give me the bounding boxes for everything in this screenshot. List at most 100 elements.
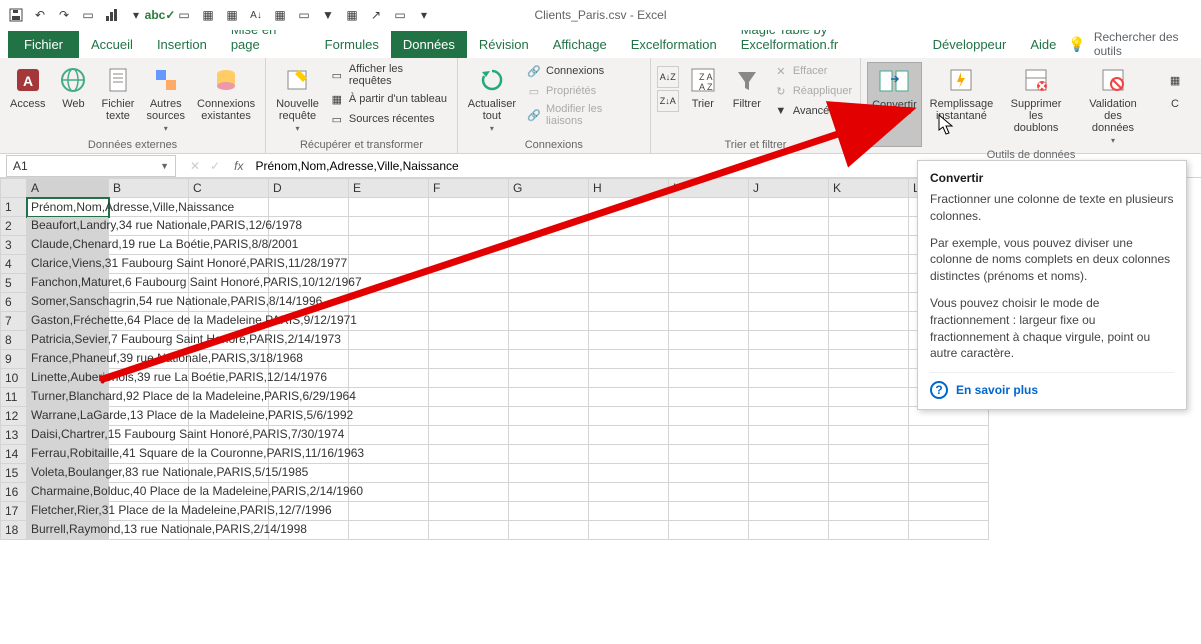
cell-K17[interactable] [829, 502, 909, 521]
cell-A8[interactable]: Patricia,Sevier,7 Faubourg Saint Honoré,… [27, 331, 109, 350]
cell-G2[interactable] [509, 217, 589, 236]
cell-J11[interactable] [749, 388, 829, 407]
cell-I16[interactable] [669, 483, 749, 502]
cell-I10[interactable] [669, 369, 749, 388]
a-partir-tableau-button[interactable]: ▦À partir d'un tableau [327, 90, 451, 108]
tab-formules[interactable]: Formules [313, 31, 391, 58]
cell-G4[interactable] [509, 255, 589, 274]
cell-I18[interactable] [669, 521, 749, 540]
cell-K6[interactable] [829, 293, 909, 312]
row-header-2[interactable]: 2 [1, 217, 27, 236]
avance-button[interactable]: ▼Avancé [771, 102, 854, 120]
cell-K10[interactable] [829, 369, 909, 388]
cell-E8[interactable] [349, 331, 429, 350]
cell-A5[interactable]: Fanchon,Maturet,6 Faubourg Saint Honoré,… [27, 274, 109, 293]
row-header-7[interactable]: 7 [1, 312, 27, 331]
cell-F13[interactable] [429, 426, 509, 445]
cell-A10[interactable]: Linette,Auberjonois,39 rue La Boétie,PAR… [27, 369, 109, 388]
cell-I6[interactable] [669, 293, 749, 312]
column-header-J[interactable]: J [749, 179, 829, 198]
sort-asc-button[interactable]: A↓Z [657, 66, 679, 88]
cell-F18[interactable] [429, 521, 509, 540]
cell-H11[interactable] [589, 388, 669, 407]
more-icon[interactable]: ▦ [344, 7, 360, 23]
web-button[interactable]: Web [53, 62, 93, 137]
cell-L14[interactable] [909, 445, 989, 464]
cell-E13[interactable] [349, 426, 429, 445]
cell-G16[interactable] [509, 483, 589, 502]
new-icon[interactable]: ▭ [80, 7, 96, 23]
tab-insertion[interactable]: Insertion [145, 31, 219, 58]
row-header-16[interactable]: 16 [1, 483, 27, 502]
cell-G5[interactable] [509, 274, 589, 293]
column-header-D[interactable]: D [269, 179, 349, 198]
tooltip-learn-more[interactable]: ? En savoir plus [930, 372, 1174, 399]
validation-donnees-button[interactable]: Validation des données ▾ [1075, 62, 1151, 147]
tab-accueil[interactable]: Accueil [79, 31, 145, 58]
actualiser-tout-button[interactable]: Actualiser tout ▾ [464, 62, 520, 137]
cell-I7[interactable] [669, 312, 749, 331]
access-button[interactable]: A Access [6, 62, 49, 137]
cell-L15[interactable] [909, 464, 989, 483]
cell-F17[interactable] [429, 502, 509, 521]
cell-G7[interactable] [509, 312, 589, 331]
cell-K4[interactable] [829, 255, 909, 274]
cell-G8[interactable] [509, 331, 589, 350]
tell-me[interactable]: Rechercher des outils [1094, 30, 1195, 58]
cell-J10[interactable] [749, 369, 829, 388]
cell-E7[interactable] [349, 312, 429, 331]
cell-E6[interactable] [349, 293, 429, 312]
cell-A12[interactable]: Warrane,LaGarde,13 Place de la Madeleine… [27, 407, 109, 426]
enter-formula-icon[interactable]: ✓ [210, 159, 220, 173]
row-header-17[interactable]: 17 [1, 502, 27, 521]
name-box[interactable]: A1 ▼ [6, 155, 176, 177]
convertir-button[interactable]: Convertir [867, 62, 922, 147]
cell-J8[interactable] [749, 331, 829, 350]
row-header-6[interactable]: 6 [1, 293, 27, 312]
consolider-button[interactable]: ▦ C [1155, 62, 1195, 147]
connexions-existantes-button[interactable]: Connexions existantes [193, 62, 259, 137]
cell-H14[interactable] [589, 445, 669, 464]
cell-E12[interactable] [349, 407, 429, 426]
namebox-dropdown-icon[interactable]: ▼ [160, 161, 169, 171]
cell-I1[interactable] [669, 198, 749, 217]
cell-F9[interactable] [429, 350, 509, 369]
cell-F15[interactable] [429, 464, 509, 483]
select-all-cell[interactable] [1, 179, 27, 198]
column-header-A[interactable]: A [27, 179, 109, 198]
cell-J4[interactable] [749, 255, 829, 274]
cell-H3[interactable] [589, 236, 669, 255]
cell-K16[interactable] [829, 483, 909, 502]
cell-G1[interactable] [509, 198, 589, 217]
row-header-5[interactable]: 5 [1, 274, 27, 293]
cell-J9[interactable] [749, 350, 829, 369]
cell-J6[interactable] [749, 293, 829, 312]
cell-E15[interactable] [349, 464, 429, 483]
cell-A17[interactable]: Fletcher,Rier,31 Place de la Madeleine,P… [27, 502, 109, 521]
cell-J16[interactable] [749, 483, 829, 502]
column-header-C[interactable]: C [189, 179, 269, 198]
nouvelle-requete-button[interactable]: Nouvelle requête ▾ [272, 62, 323, 137]
row-header-8[interactable]: 8 [1, 331, 27, 350]
cell-I4[interactable] [669, 255, 749, 274]
cell-A2[interactable]: Beaufort,Landry,34 rue Nationale,PARIS,1… [27, 217, 109, 236]
cell-J5[interactable] [749, 274, 829, 293]
cell-A13[interactable]: Daisi,Chartrer,15 Faubourg Saint Honoré,… [27, 426, 109, 445]
cell-G17[interactable] [509, 502, 589, 521]
cell-J15[interactable] [749, 464, 829, 483]
sources-recentes-button[interactable]: ▭Sources récentes [327, 110, 451, 128]
cell-H9[interactable] [589, 350, 669, 369]
cell-I11[interactable] [669, 388, 749, 407]
freeze-icon[interactable]: ▦ [272, 7, 288, 23]
cell-J12[interactable] [749, 407, 829, 426]
cell-K12[interactable] [829, 407, 909, 426]
row-header-18[interactable]: 18 [1, 521, 27, 540]
chart-icon[interactable] [104, 7, 120, 23]
tab-aide[interactable]: Aide [1018, 31, 1068, 58]
column-header-F[interactable]: F [429, 179, 509, 198]
cell-E4[interactable] [349, 255, 429, 274]
cell-F11[interactable] [429, 388, 509, 407]
cell-G13[interactable] [509, 426, 589, 445]
cell-E11[interactable] [349, 388, 429, 407]
cell-F12[interactable] [429, 407, 509, 426]
